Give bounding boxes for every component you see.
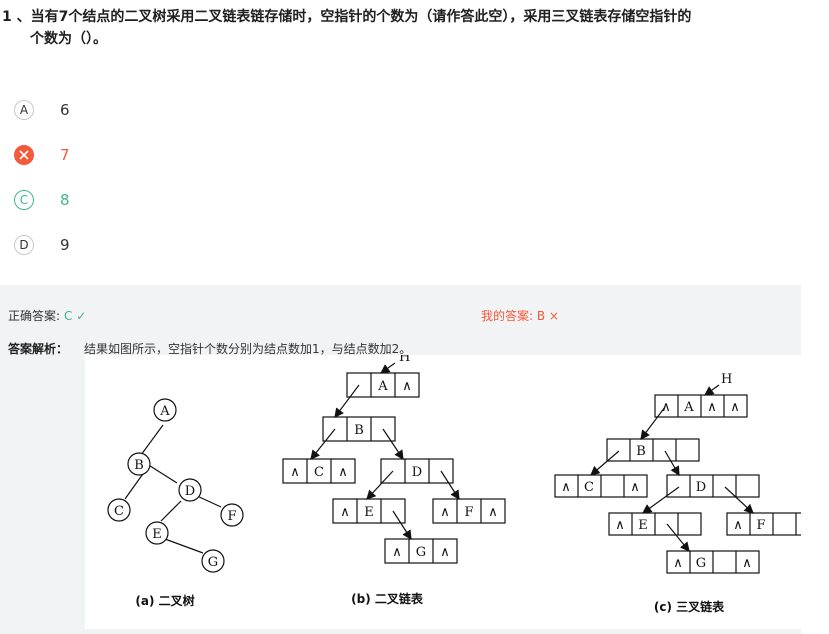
option-c[interactable]: C 8 [14, 188, 70, 212]
caption-binary-linked-list: (b) 二叉链表 [351, 591, 424, 606]
answer-panel: 正确答案: C ✓ 我的答案: B × 答案解析： 结果如图所示，空指针个数分别为… [0, 285, 801, 634]
tree-node-a: A [159, 404, 170, 419]
my-answer-label: 我的答案: [481, 309, 534, 323]
correct-answer: 正确答案: C ✓ [8, 307, 86, 324]
null-symbol: ∧ [630, 480, 640, 495]
explanation-figure: A B C D E F G (a) 二叉树 H A ∧ B ∧ C ∧ D ∧ … [85, 355, 801, 629]
list-b-node-g: G [416, 545, 426, 560]
list-c-node-a: A [683, 400, 694, 415]
null-symbol: ∧ [488, 505, 498, 520]
option-d-marker: D [14, 235, 34, 255]
tree-node-c: C [114, 504, 124, 519]
caption-binary-tree: (a) 二叉树 [135, 593, 194, 608]
analysis-label: 答案解析： [8, 342, 69, 356]
null-symbol: ∧ [338, 465, 348, 480]
option-a-marker: A [14, 100, 34, 120]
null-symbol: ∧ [392, 545, 402, 560]
option-b-text: 7 [60, 146, 70, 164]
x-circle-icon [14, 145, 34, 165]
null-symbol: ∧ [561, 480, 571, 495]
null-symbol: ∧ [707, 400, 717, 415]
correct-answer-value: C ✓ [64, 309, 87, 323]
null-symbol: ∧ [742, 556, 752, 571]
option-c-marker: C [14, 190, 34, 210]
list-c-node-b: B [636, 444, 646, 459]
null-symbol: ∧ [440, 505, 450, 520]
null-symbol: ∧ [661, 400, 671, 415]
tree-node-g: G [208, 555, 218, 570]
correct-answer-label: 正确答案: [8, 309, 61, 323]
null-symbol: ∧ [290, 465, 300, 480]
option-a-text: 6 [60, 101, 70, 119]
list-c-node-f: F [756, 518, 765, 533]
question-line-1: 1 、当有7个结点的二叉树采用二叉链表链存储时，空指针的个数为（请作答此空），采… [2, 9, 692, 25]
null-symbol: ∧ [402, 379, 412, 394]
list-b-node-f: F [464, 505, 473, 520]
list-b-node-b: B [354, 423, 364, 438]
option-b[interactable]: 7 [14, 143, 70, 167]
option-a[interactable]: A 6 [14, 98, 70, 122]
question-line-2: 个数为（）。 [30, 31, 107, 47]
list-b-node-e: E [364, 505, 374, 520]
list-b-node-c: C [314, 465, 324, 480]
tree-node-f: F [227, 509, 236, 524]
head-label-c: H [721, 372, 732, 387]
binary-tree [107, 398, 244, 573]
list-c-node-e: E [638, 518, 648, 533]
head-label-b: H [399, 355, 410, 365]
null-symbol: ∧ [730, 400, 740, 415]
option-d[interactable]: D 9 [14, 233, 70, 257]
list-b-node-a: A [377, 379, 388, 394]
my-answer-value: B × [536, 309, 559, 323]
question-text: 1 、当有7个结点的二叉树采用二叉链表链存储时，空指针的个数为（请作答此空），采… [2, 6, 822, 50]
null-symbol: ∧ [615, 518, 625, 533]
list-c-node-d: D [696, 480, 706, 495]
null-symbol: ∧ [673, 556, 683, 571]
list-b-node-d: D [412, 465, 422, 480]
list-c-node-g: G [696, 556, 706, 571]
binary-linked-list [282, 362, 506, 564]
tree-node-b: B [134, 458, 144, 473]
tree-node-d: D [185, 484, 195, 499]
tree-node-e: E [152, 527, 162, 542]
option-c-text: 8 [60, 191, 70, 209]
caption-triple-linked-list: (c) 三叉链表 [654, 599, 725, 614]
list-c-node-c: C [584, 480, 594, 495]
triple-linked-list [554, 384, 801, 574]
option-d-text: 9 [60, 236, 70, 254]
null-symbol: ∧ [440, 545, 450, 560]
my-answer: 我的答案: B × [481, 307, 559, 324]
null-symbol: ∧ [733, 518, 743, 533]
null-symbol: ∧ [340, 505, 350, 520]
tree-diagram: A B C D E F G (a) 二叉树 H A ∧ B ∧ C ∧ D ∧ … [107, 355, 801, 614]
